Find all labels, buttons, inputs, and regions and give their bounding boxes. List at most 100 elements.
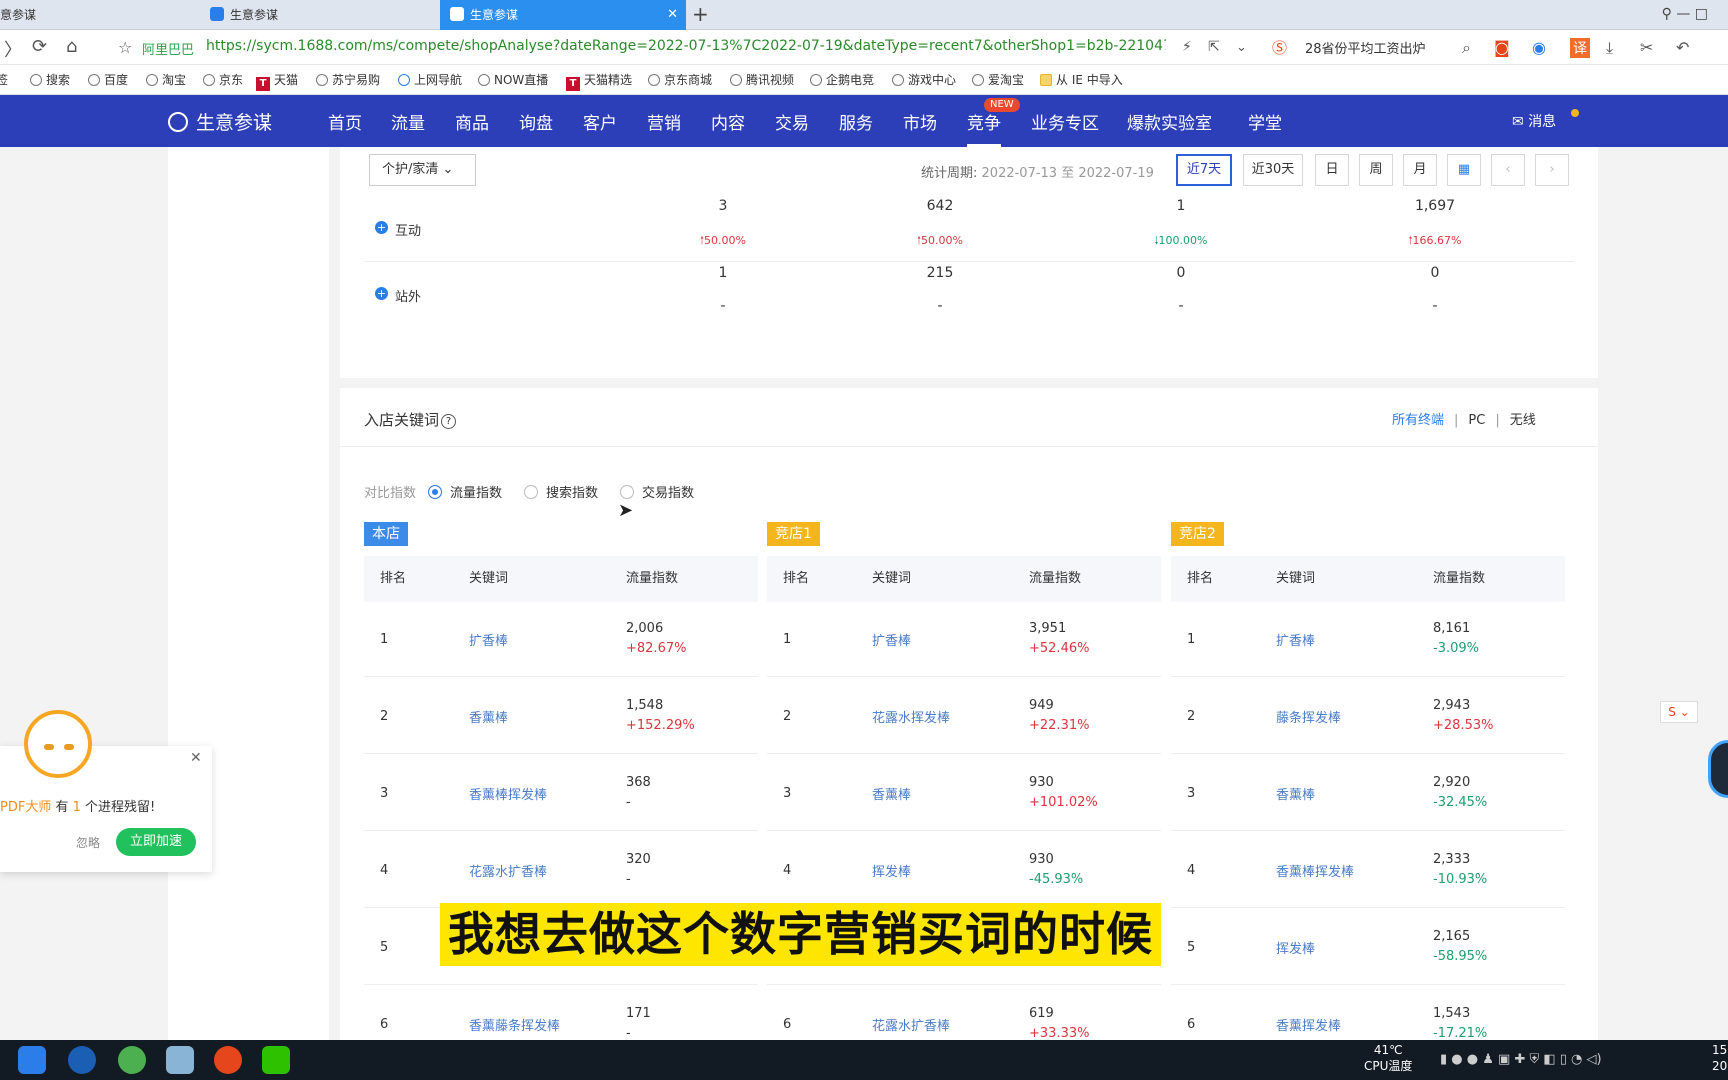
recent-30-days-button[interactable]: 近30天	[1243, 154, 1303, 186]
prev-period-icon[interactable]: ‹	[1491, 154, 1525, 186]
keyword-link[interactable]: 藤条挥发棒	[1276, 707, 1341, 726]
home-icon[interactable]: ⌂	[66, 36, 77, 57]
keyword-link[interactable]: 花露水挥发棒	[872, 707, 950, 726]
expand-plus-icon[interactable]: +	[375, 221, 388, 234]
speed-ball-widget[interactable]	[1708, 740, 1728, 798]
keyword-link[interactable]: 香薰棒	[469, 707, 508, 726]
nav-item-compete[interactable]: 竞争	[967, 109, 1001, 147]
nav-item-lab[interactable]: 爆款实验室	[1127, 109, 1212, 134]
keyword-link[interactable]: 挥发棒	[1276, 938, 1315, 957]
day-button[interactable]: 日	[1315, 154, 1349, 186]
help-icon[interactable]: ?	[441, 414, 457, 429]
bookmark-item[interactable]: 上网导航	[398, 65, 462, 95]
tray-icons[interactable]: ▮ ● ● ♟ ▣ ✚ ⛨ ◧ ▯ ◔ ◁)	[1440, 1052, 1602, 1067]
terminal-wireless[interactable]: 无线	[1510, 413, 1536, 428]
nav-item-market[interactable]: 市场	[903, 109, 937, 134]
nav-item-customer[interactable]: 客户	[583, 109, 617, 134]
url-field[interactable]: https://sycm.1688.com/ms/compete/shopAna…	[206, 38, 1166, 54]
nav-item-home[interactable]: 首页	[328, 109, 362, 134]
bookmark-item[interactable]: 从 IE 中导入	[1040, 65, 1123, 95]
extension-icon[interactable]: ◉	[1532, 38, 1546, 57]
tools-icon[interactable]: ✂	[1640, 38, 1653, 57]
chevron-down-icon[interactable]: ⌄	[1236, 40, 1247, 55]
expand-plus-icon[interactable]: +	[375, 287, 388, 300]
nav-item-trade[interactable]: 交易	[775, 109, 809, 134]
nav-item-content[interactable]: 内容	[711, 109, 745, 134]
sycm-logo[interactable]: 生意参谋	[168, 108, 272, 135]
bookmark-item[interactable]: 游戏中心	[892, 65, 956, 95]
bookmark-item[interactable]: 淘宝	[146, 65, 186, 95]
nav-item-goods[interactable]: 商品	[455, 109, 489, 134]
bookmark-item[interactable]: T 天猫精选	[566, 65, 632, 95]
nav-item-school[interactable]: 学堂	[1248, 109, 1282, 134]
keyword-link[interactable]: 香薰棒挥发棒	[1276, 861, 1354, 880]
radio-trade-index[interactable]: 交易指数	[620, 482, 694, 501]
browser-tab[interactable]: 意参谋	[0, 0, 190, 30]
bookmark-item[interactable]: T 天猫	[256, 65, 298, 95]
speed-up-button[interactable]: 立即加速	[116, 828, 196, 856]
nav-item-traffic[interactable]: 流量	[391, 109, 425, 134]
keyword-link[interactable]: 扩香棒	[1276, 630, 1315, 649]
keyword-link[interactable]: 香薰棒	[1276, 784, 1315, 803]
bookmark-item[interactable]: 京东商城	[648, 65, 712, 95]
nav-item-business-zone[interactable]: 业务专区	[1031, 109, 1099, 134]
terminal-all[interactable]: 所有终端	[1392, 413, 1444, 428]
bookmark-item[interactable]: 签	[0, 65, 8, 95]
bookmark-item[interactable]: 百度	[88, 65, 128, 95]
search-suggestion[interactable]: 28省份平均工资出炉	[1305, 38, 1426, 57]
nav-item-service[interactable]: 服务	[839, 109, 873, 134]
radio-search-index[interactable]: 搜索指数	[524, 482, 598, 501]
start-search-icon[interactable]	[18, 1046, 46, 1074]
search-engine-icon[interactable]: Ⓢ	[1272, 37, 1287, 58]
back-icon[interactable]: 〉	[4, 36, 22, 62]
undo-icon[interactable]: ↶	[1676, 38, 1689, 57]
close-icon[interactable]: ✕	[190, 750, 202, 766]
bookmark-item[interactable]: 爱淘宝	[972, 65, 1024, 95]
ie-browser-icon[interactable]	[68, 1046, 96, 1074]
search-icon[interactable]: ⌕	[1462, 38, 1471, 58]
star-icon[interactable]: ☆	[118, 38, 132, 57]
bookmark-item[interactable]: NOW直播	[478, 65, 548, 95]
tab-menu-icon[interactable]: ⚲ — □	[1662, 6, 1708, 22]
app-icon[interactable]	[214, 1046, 242, 1074]
month-button[interactable]: 月	[1403, 154, 1437, 186]
bookmark-item[interactable]: 苏宁易购	[316, 65, 380, 95]
terminal-pc[interactable]: PC	[1468, 413, 1485, 428]
browser-tab-active[interactable]: 生意参谋 ✕	[440, 0, 686, 30]
sogou-ime-icon[interactable]: S ⌄	[1660, 701, 1698, 723]
translate-icon[interactable]: 译	[1570, 38, 1590, 58]
message-link[interactable]: ✉ 消息	[1512, 111, 1556, 131]
nav-item-marketing[interactable]: 营销	[647, 109, 681, 134]
bookmark-item[interactable]: 腾讯视频	[730, 65, 794, 95]
next-period-icon[interactable]: ›	[1535, 154, 1569, 186]
refresh-icon[interactable]: ⟳	[32, 36, 47, 57]
nav-item-inquiry[interactable]: 询盘	[519, 109, 553, 134]
new-tab-button[interactable]: +	[692, 4, 709, 24]
game-icon[interactable]: ◙	[1494, 38, 1510, 57]
browser-360-icon[interactable]	[118, 1046, 146, 1074]
week-button[interactable]: 周	[1359, 154, 1393, 186]
category-select[interactable]: 个护/家清 ⌄	[369, 154, 476, 186]
bookmark-item[interactable]: 企鹅电竞	[810, 65, 874, 95]
keyword-link[interactable]: 香薰藤条挥发棒	[469, 1015, 560, 1034]
keyword-link[interactable]: 花露水扩香棒	[872, 1015, 950, 1034]
keyword-link[interactable]: 挥发棒	[872, 861, 911, 880]
keyword-link[interactable]: 香薰棒	[872, 784, 911, 803]
notepad-icon[interactable]	[166, 1046, 194, 1074]
keyword-link[interactable]: 香薰棒挥发棒	[469, 784, 547, 803]
bookmark-item[interactable]: 搜索	[30, 65, 70, 95]
radio-traffic-index[interactable]: 流量指数	[428, 482, 502, 501]
keyword-link[interactable]: 香薰挥发棒	[1276, 1015, 1341, 1034]
calendar-icon[interactable]: ▦	[1447, 154, 1481, 186]
lightning-icon[interactable]: ⚡	[1182, 39, 1192, 55]
keyword-link[interactable]: 扩香棒	[469, 630, 508, 649]
recent-7-days-button[interactable]: 近7天	[1176, 154, 1232, 186]
browser-tab[interactable]: 生意参谋	[200, 0, 440, 30]
ignore-button[interactable]: 忽略	[76, 834, 100, 851]
bookmark-item[interactable]: 京东	[203, 65, 243, 95]
close-tab-icon[interactable]: ✕	[667, 0, 678, 30]
download-icon[interactable]: ⤓	[1606, 38, 1613, 58]
keyword-link[interactable]: 扩香棒	[872, 630, 911, 649]
share-icon[interactable]: ⇱	[1208, 39, 1220, 55]
wechat-icon[interactable]	[262, 1046, 290, 1074]
